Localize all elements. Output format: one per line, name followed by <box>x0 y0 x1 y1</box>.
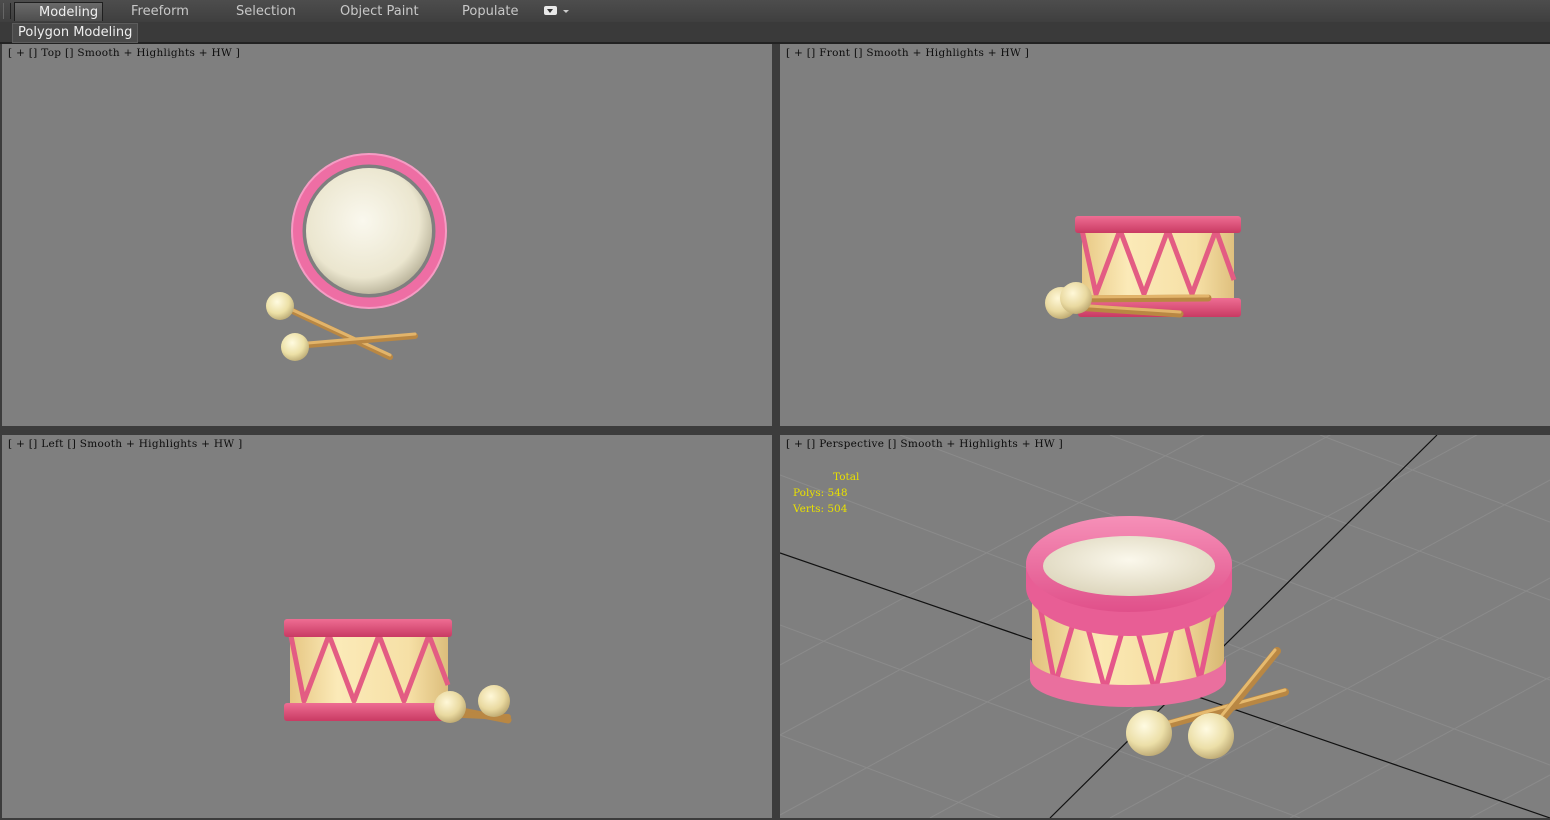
left-view-scene <box>284 619 512 724</box>
perspective-view-scene <box>780 435 1550 818</box>
viewport-perspective[interactable]: [ + [] Perspective [] Smooth + Highlight… <box>780 435 1550 818</box>
drum-top-band <box>1075 216 1241 233</box>
stats-verts: Verts: 504 <box>793 503 848 515</box>
viewport-front[interactable]: [ + [] Front [] Smooth + Highlights + HW… <box>780 44 1550 426</box>
mallet-head <box>434 691 466 723</box>
stats-polys: Polys: 548 <box>793 487 848 499</box>
viewport-label-perspective[interactable]: [ + [] Perspective [] Smooth + Highlight… <box>786 438 1063 450</box>
drum-head <box>1043 536 1215 596</box>
mallet-head <box>1060 282 1092 314</box>
viewport-label-top[interactable]: [ + [] Top [] Smooth + Highlights + HW ] <box>8 47 240 59</box>
ribbon-panel-bar: Polygon Modeling <box>0 22 1550 44</box>
tab-freeform[interactable]: Freeform <box>131 2 189 21</box>
drum-top-band <box>284 619 452 637</box>
viewport-label-front[interactable]: [ + [] Front [] Smooth + Highlights + HW… <box>786 47 1029 59</box>
drum-head <box>306 168 432 294</box>
viewport-top[interactable]: [ + [] Top [] Smooth + Highlights + HW ] <box>2 44 772 426</box>
mallet-head <box>1188 713 1234 759</box>
stats-total-label: Total <box>833 471 860 483</box>
statistics-overlay: Total Polys: 548 Verts: 504 <box>793 469 859 517</box>
mallet-head <box>478 685 510 717</box>
tab-object-paint[interactable]: Object Paint <box>340 2 419 21</box>
ribbon-options-dropdown[interactable] <box>544 5 570 18</box>
ribbon-tab-bar: Modeling Freeform Selection Object Paint… <box>0 0 1550 23</box>
polygon-modeling-button[interactable]: Polygon Modeling <box>12 23 139 43</box>
viewport-label-left[interactable]: [ + [] Left [] Smooth + Highlights + HW … <box>8 438 242 450</box>
mallet-head <box>281 333 309 361</box>
chevron-down-icon <box>563 10 569 13</box>
front-view-scene <box>1045 216 1241 319</box>
ribbon: Modeling Freeform Selection Object Paint… <box>0 0 1550 44</box>
viewport-left[interactable]: [ + [] Left [] Smooth + Highlights + HW … <box>2 435 772 818</box>
tab-populate[interactable]: Populate <box>462 2 519 21</box>
top-view-scene <box>266 153 447 361</box>
toolbar-grip[interactable] <box>3 3 11 19</box>
ribbon-options-icon <box>544 6 557 15</box>
drum-bottom-band <box>284 703 452 721</box>
tab-modeling[interactable]: Modeling <box>14 2 103 21</box>
mallet-head <box>1126 710 1172 756</box>
tab-selection[interactable]: Selection <box>236 2 296 21</box>
mallet-head <box>266 292 294 320</box>
